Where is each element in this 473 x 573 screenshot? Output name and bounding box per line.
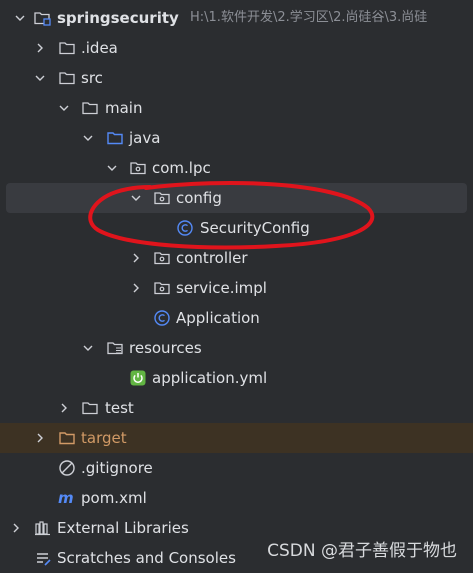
package-icon	[153, 279, 171, 297]
chevron-down-icon[interactable]	[130, 192, 142, 204]
spring-config-icon	[129, 369, 147, 387]
tree-row-project[interactable]: springsecurity H:\1.软件开发\2.学习区\2.尚硅谷\3.尚…	[0, 3, 473, 33]
tree-label-src: src	[81, 69, 103, 87]
package-icon	[153, 189, 171, 207]
chevron-right-icon[interactable]	[34, 42, 46, 54]
tree-row-java[interactable]: java	[0, 123, 473, 153]
project-tree: springsecurity H:\1.软件开发\2.学习区\2.尚硅谷\3.尚…	[0, 3, 473, 573]
folder-icon	[58, 69, 76, 87]
tree-label-java: java	[129, 129, 161, 147]
libraries-icon	[34, 519, 52, 537]
resources-root-icon	[106, 339, 124, 357]
chevron-down-icon[interactable]	[34, 72, 46, 84]
chevron-down-icon[interactable]	[82, 342, 94, 354]
tree-row-src[interactable]: src	[0, 63, 473, 93]
chevron-down-icon[interactable]	[14, 12, 26, 24]
chevron-right-icon[interactable]	[130, 252, 142, 264]
class-icon	[153, 309, 171, 327]
tree-row-target[interactable]: target	[0, 423, 473, 453]
project-path: H:\1.软件开发\2.学习区\2.尚硅谷\3.尚硅	[190, 10, 428, 25]
chevron-right-icon[interactable]	[58, 402, 70, 414]
tree-row-idea[interactable]: .idea	[0, 33, 473, 63]
tree-row-application[interactable]: Application	[0, 303, 473, 333]
tree-label-controller: controller	[176, 249, 248, 267]
tree-row-controller[interactable]: controller	[0, 243, 473, 273]
tree-label-service-impl: service.impl	[176, 279, 267, 297]
tree-label-application-yml: application.yml	[152, 369, 268, 387]
package-icon	[153, 249, 171, 267]
tree-label-resources: resources	[129, 339, 202, 357]
folder-icon	[58, 39, 76, 57]
folder-icon	[81, 99, 99, 117]
tree-label-test: test	[105, 399, 134, 417]
package-icon	[129, 159, 147, 177]
maven-icon: m	[57, 489, 75, 507]
folder-icon	[81, 399, 99, 417]
tree-label-external-libraries: External Libraries	[57, 519, 189, 537]
tree-row-pom[interactable]: m pom.xml	[0, 483, 473, 513]
tree-row-config[interactable]: config	[6, 183, 467, 213]
tree-label-gitignore: .gitignore	[81, 459, 153, 477]
chevron-right-icon[interactable]	[34, 432, 46, 444]
chevron-right-icon[interactable]	[10, 522, 22, 534]
tree-row-main[interactable]: main	[0, 93, 473, 123]
tree-label-pom: pom.xml	[81, 489, 147, 507]
excluded-folder-icon	[58, 429, 76, 447]
tree-label-application: Application	[176, 309, 260, 327]
tree-label-idea: .idea	[81, 39, 118, 57]
tree-row-application-yml[interactable]: application.yml	[0, 363, 473, 393]
scratches-icon	[34, 549, 52, 567]
tree-label-config: config	[176, 189, 222, 207]
tree-label-package: com.lpc	[152, 159, 211, 177]
chevron-down-icon[interactable]	[106, 162, 118, 174]
ignore-file-icon	[58, 459, 76, 477]
project-name: springsecurity	[57, 9, 179, 27]
tree-label-scratches: Scratches and Consoles	[57, 549, 236, 567]
chevron-right-icon[interactable]	[130, 282, 142, 294]
svg-text:m: m	[58, 489, 74, 507]
tree-row-package[interactable]: com.lpc	[0, 153, 473, 183]
tree-row-resources[interactable]: resources	[0, 333, 473, 363]
tree-row-security-config[interactable]: SecurityConfig	[0, 213, 473, 243]
tree-label-security-config: SecurityConfig	[200, 219, 310, 237]
chevron-down-icon[interactable]	[82, 132, 94, 144]
chevron-down-icon[interactable]	[58, 102, 70, 114]
tree-label-main: main	[105, 99, 143, 117]
source-root-icon	[106, 129, 124, 147]
tree-row-test[interactable]: test	[0, 393, 473, 423]
tree-row-gitignore[interactable]: .gitignore	[0, 453, 473, 483]
tree-row-service-impl[interactable]: service.impl	[0, 273, 473, 303]
module-folder-icon	[33, 9, 51, 27]
watermark: CSDN @君子善假于物也	[267, 541, 457, 561]
tree-label-target: target	[81, 429, 127, 447]
class-icon	[176, 219, 194, 237]
